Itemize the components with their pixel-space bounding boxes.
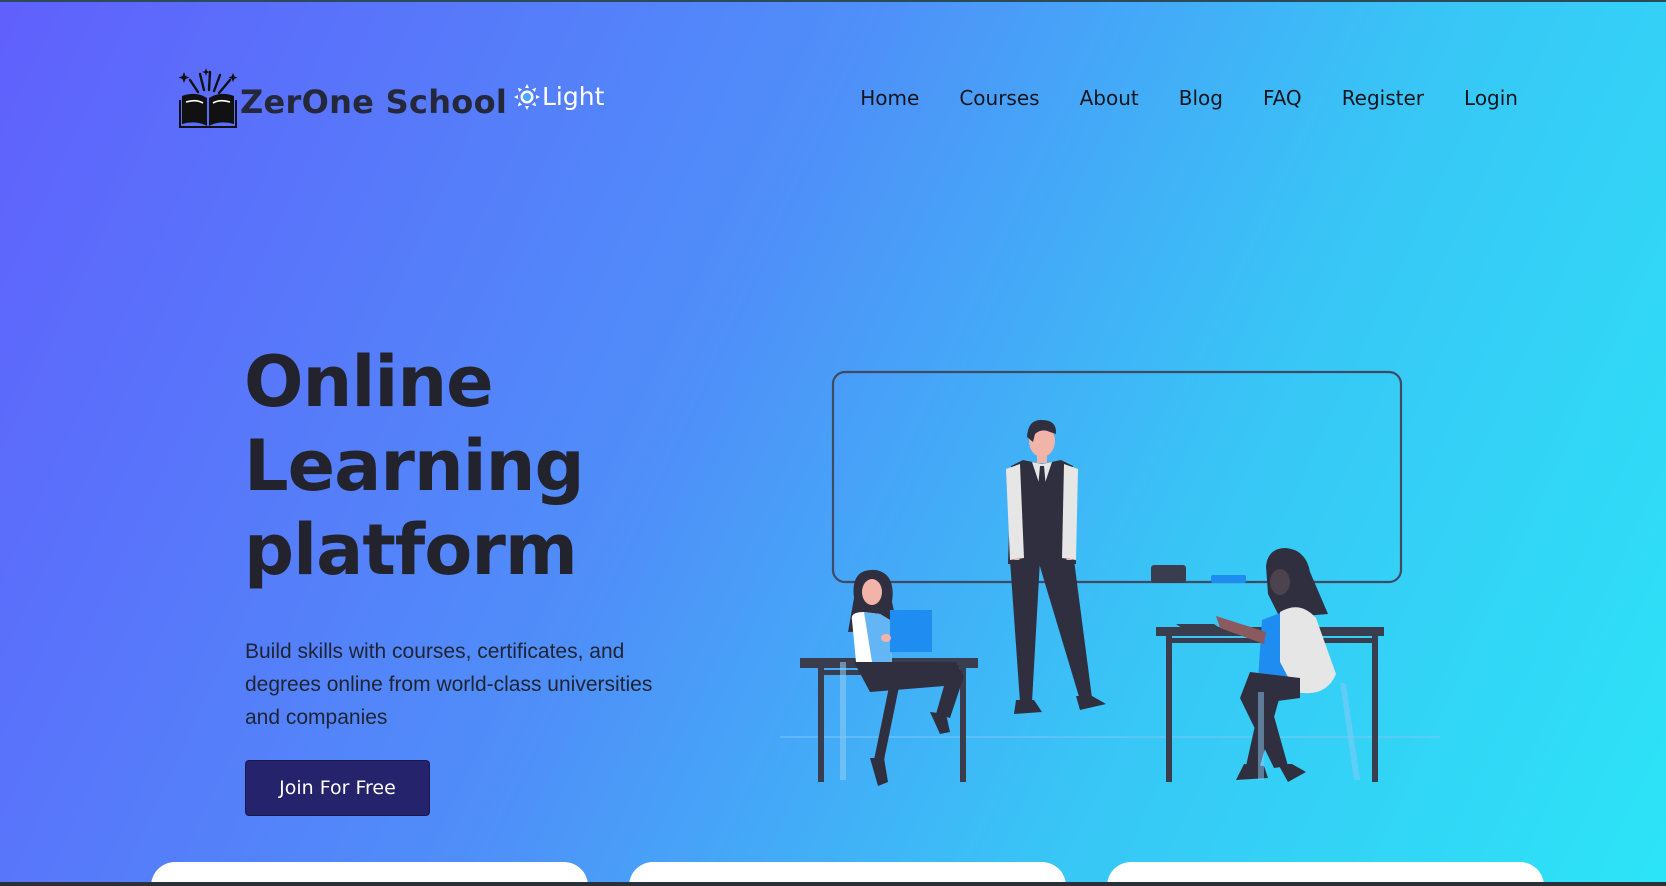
logo-text: ZerOne School — [240, 83, 508, 121]
theme-toggle-label: Light — [542, 82, 605, 111]
hero-title-line: platform — [244, 509, 578, 591]
nav-register[interactable]: Register — [1342, 86, 1424, 110]
book-sparkle-icon — [178, 68, 238, 128]
bottom-border — [0, 882, 1666, 886]
nav-home[interactable]: Home — [860, 86, 919, 110]
hero-title: Online Learning platform — [244, 340, 585, 592]
nav-blog[interactable]: Blog — [1179, 86, 1223, 110]
classroom-illustration — [780, 370, 1440, 786]
feature-card[interactable] — [629, 862, 1066, 882]
nav-faq[interactable]: FAQ — [1263, 86, 1302, 110]
join-for-free-button[interactable]: Join For Free — [245, 760, 430, 816]
hero-title-line: Learning — [244, 425, 585, 507]
main-nav: Home Courses About Blog FAQ Register Log… — [860, 86, 1518, 110]
logo[interactable]: ZerOne School — [178, 68, 507, 130]
hero-title-line: Online — [244, 341, 494, 423]
feature-card[interactable] — [151, 862, 588, 882]
nav-login[interactable]: Login — [1464, 86, 1518, 110]
theme-toggle[interactable]: Light — [514, 82, 604, 111]
hero-section: ZerOne School Light Home Courses About B… — [0, 2, 1666, 882]
sun-icon — [514, 83, 540, 110]
feature-card[interactable] — [1107, 862, 1544, 882]
nav-courses[interactable]: Courses — [959, 86, 1039, 110]
hero-subtitle: Build skills with courses, certificates,… — [245, 640, 653, 729]
nav-about[interactable]: About — [1080, 86, 1139, 110]
